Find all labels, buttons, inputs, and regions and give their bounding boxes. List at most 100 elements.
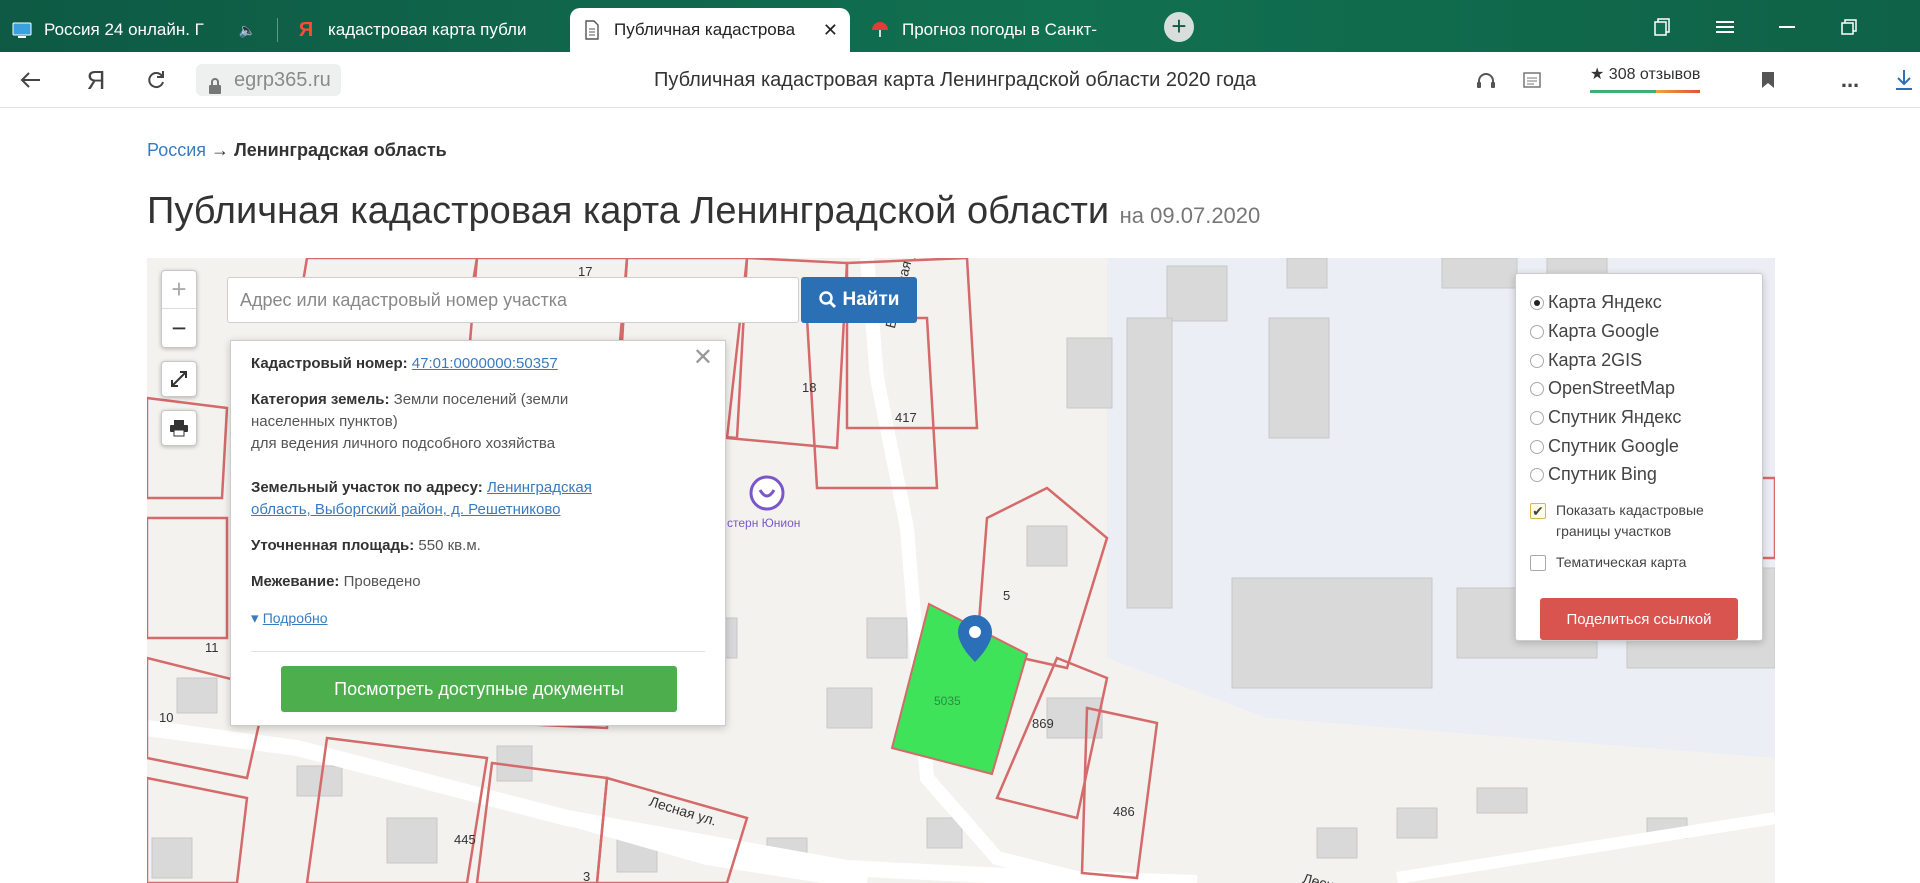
breadcrumb-current: Ленинградская область <box>234 140 447 160</box>
land-category-row: Категория земель: Земли поселений (земли… <box>251 389 651 455</box>
radio-button[interactable] <box>1530 381 1544 396</box>
category-value: для ведения личного подсобного хозяйства <box>251 435 556 452</box>
checkbox-unchecked-icon[interactable] <box>1530 555 1546 571</box>
map-label: 445 <box>454 832 476 847</box>
map-label: 10 <box>159 710 174 725</box>
tab-weather[interactable]: Прогноз погоды в Санкт- <box>858 8 1140 52</box>
tv-icon <box>12 20 32 40</box>
reviews-badge[interactable]: ★ 308 отзывов <box>1590 64 1701 93</box>
collections-icon[interactable] <box>1646 12 1680 42</box>
cadastral-map[interactable]: 17 18 417 5 11 10 869 486 445 3 5035 Бер… <box>147 258 1775 883</box>
heading-date: на 09.07.2020 <box>1119 203 1261 228</box>
address-link[interactable]: Ленинградская <box>487 479 592 496</box>
radio-button[interactable] <box>1530 324 1544 339</box>
more-menu-button[interactable]: ... <box>1834 64 1866 96</box>
minimize-icon[interactable] <box>1770 12 1804 42</box>
search-icon <box>818 291 836 309</box>
poi-marker-icon[interactable] <box>749 475 785 511</box>
page-heading: Публичная кадастровая карта Ленинградско… <box>147 190 1260 233</box>
area-label: Уточненная площадь: <box>251 537 415 554</box>
radio-button[interactable] <box>1530 439 1544 454</box>
thematic-map-toggle[interactable]: Тематическая карта <box>1530 552 1686 573</box>
print-button[interactable] <box>161 410 197 446</box>
divider <box>251 651 705 652</box>
new-tab-button[interactable]: + <box>1164 12 1194 42</box>
cadastral-label: Кадастровый номер: <box>251 355 408 372</box>
audio-icon[interactable]: 🔈 <box>239 22 256 39</box>
layer-option-yandex-map[interactable]: Карта Яндекс <box>1530 292 1662 313</box>
bookmark-icon[interactable] <box>1752 64 1784 96</box>
parcel-info-popup: ✕ Кадастровый номер: 47:01:0000000:50357… <box>230 340 726 726</box>
layer-option-label: Спутник Яндекс <box>1548 407 1682 427</box>
browser-tab-strip: Россия 24 онлайн. Г 🔈 Я кадастровая карт… <box>0 0 1920 52</box>
details-label[interactable]: Подробно <box>263 610 328 626</box>
show-cadastral-borders-toggle[interactable]: ✔ Показать кадастровые границы участков <box>1530 500 1704 542</box>
map-label: 18 <box>802 380 817 395</box>
find-button[interactable]: Найти <box>801 277 917 323</box>
tab-label: кадастровая карта публи <box>328 20 527 39</box>
cadastral-number-link[interactable]: 47:01:0000000:50357 <box>412 355 558 372</box>
layer-option-google-map[interactable]: Карта Google <box>1530 321 1659 342</box>
url-field[interactable]: egrp365.ru <box>196 64 341 96</box>
address-link[interactable]: область, Выборгский район, д. Решетников… <box>251 501 561 518</box>
find-button-label: Найти <box>842 289 900 310</box>
address-row: Земельный участок по адресу: Ленинградск… <box>251 477 651 521</box>
area-row: Уточненная площадь: 550 кв.м. <box>251 535 651 557</box>
layer-option-bing-satellite[interactable]: Спутник Bing <box>1530 464 1657 485</box>
umbrella-icon <box>870 20 890 40</box>
checkbox-label-line: границы участков <box>1556 523 1672 539</box>
map-label: 486 <box>1113 804 1135 819</box>
tab-cadastral-map[interactable]: Публичная кадастрова ✕ <box>570 8 850 52</box>
back-arrow-icon[interactable] <box>14 64 46 96</box>
zoom-in-button[interactable]: + <box>162 271 196 309</box>
tab-russia24[interactable]: Россия 24 онлайн. Г 🔈 <box>0 8 268 52</box>
map-label: 5 <box>1003 588 1011 603</box>
download-icon[interactable] <box>1888 64 1920 96</box>
category-value: населенных пунктов) <box>251 413 398 430</box>
reader-mode-icon[interactable] <box>1516 64 1548 96</box>
layer-option-openstreetmap[interactable]: OpenStreetMap <box>1530 378 1675 399</box>
map-layer-switcher: Карта Яндекс Карта Google Карта 2GIS Ope… <box>1515 273 1763 641</box>
radio-button[interactable] <box>1530 410 1544 425</box>
reload-icon[interactable] <box>140 64 172 96</box>
checkbox-checked-icon[interactable]: ✔ <box>1530 503 1546 519</box>
layer-option-2gis-map[interactable]: Карта 2GIS <box>1530 350 1642 371</box>
category-label: Категория земель: <box>251 391 390 408</box>
tab-label: Публичная кадастрова <box>614 20 796 39</box>
cadastral-number-row: Кадастровый номер: 47:01:0000000:50357 <box>251 353 651 375</box>
layer-option-label: Карта Яндекс <box>1548 292 1662 312</box>
lock-icon <box>208 72 222 94</box>
page-title: Публичная кадастровая карта Ленинградско… <box>654 69 1257 91</box>
breadcrumb-russia-link[interactable]: Россия <box>147 140 206 160</box>
restore-icon[interactable] <box>1832 12 1866 42</box>
layer-option-yandex-satellite[interactable]: Спутник Яндекс <box>1530 407 1681 428</box>
close-tab-icon[interactable]: ✕ <box>823 20 838 41</box>
address-search-input[interactable]: Адрес или кадастровый номер участка <box>227 277 799 323</box>
tab-separator <box>277 18 278 42</box>
fullscreen-button[interactable] <box>161 361 197 397</box>
zoom-control: + − <box>161 270 197 348</box>
tab-yandex-search[interactable]: Я кадастровая карта публи <box>284 8 568 52</box>
view-documents-button[interactable]: Посмотреть доступные документы <box>281 666 677 712</box>
headphones-icon[interactable] <box>1470 64 1502 96</box>
layer-option-label: Карта 2GIS <box>1548 350 1643 370</box>
address-label: Земельный участок по адресу: <box>251 479 483 496</box>
close-icon[interactable]: ✕ <box>693 346 713 370</box>
parcel-number-label: 5035 <box>934 694 961 708</box>
yandex-button[interactable]: Я <box>80 64 112 96</box>
share-link-button[interactable]: Поделиться ссылкой <box>1540 598 1738 640</box>
category-value: Земли поселений (земли <box>393 391 569 408</box>
area-value: 550 кв.м. <box>418 537 481 554</box>
radio-button[interactable] <box>1530 295 1544 310</box>
radio-button[interactable] <box>1530 353 1544 368</box>
survey-value: Проведено <box>343 573 421 590</box>
tab-label: Прогноз погоды в Санкт- <box>902 20 1098 39</box>
menu-icon[interactable] <box>1708 12 1742 42</box>
layer-option-google-satellite[interactable]: Спутник Google <box>1530 436 1679 457</box>
print-icon <box>170 420 188 437</box>
zoom-out-button[interactable]: − <box>162 309 196 347</box>
details-link[interactable]: ▾ Подробно <box>251 607 651 630</box>
radio-button[interactable] <box>1530 467 1544 482</box>
tab-label: Россия 24 онлайн. Г <box>44 20 204 39</box>
url-domain: egrp365.ru <box>234 69 331 91</box>
